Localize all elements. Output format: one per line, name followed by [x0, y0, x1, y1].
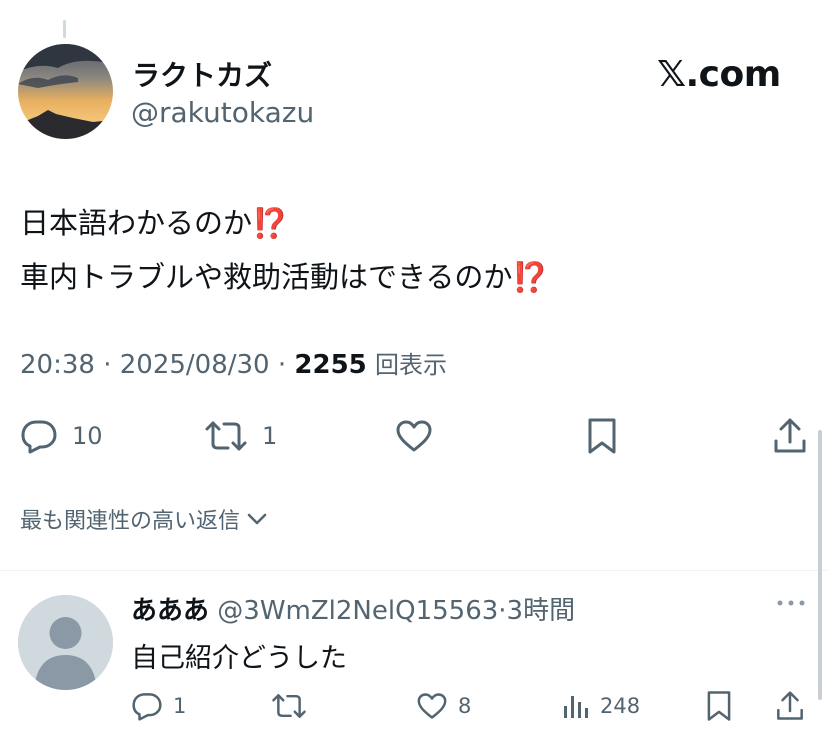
thread-connector — [63, 20, 66, 38]
views-count: 2255 — [294, 350, 367, 380]
tweet-text: 日本語わかるのか⁉️ 車内トラブルや救助活動はできるのか⁉️ — [20, 196, 549, 304]
scrollbar[interactable] — [818, 430, 822, 700]
reply-time[interactable]: 3時間 — [507, 596, 576, 626]
replies-sort-dropdown[interactable]: 最も関連性の高い返信 — [20, 503, 268, 535]
meta-separator: · — [277, 350, 287, 380]
reply-author-handle[interactable]: @3WmZl2NelQ15563 — [217, 596, 498, 626]
views-icon — [562, 692, 590, 720]
reply-views-button[interactable]: 248 — [562, 688, 640, 724]
author-handle[interactable]: @rakutokazu — [131, 96, 314, 129]
reply-header: あああ @3WmZl2NelQ15563·3時間 — [131, 590, 575, 627]
reply-text: 自己紹介どうした — [131, 643, 347, 674]
reply-icon — [131, 691, 163, 721]
meta-separator: · — [103, 350, 112, 380]
author-display-name[interactable]: ラクトカズ — [132, 54, 272, 94]
bookmark-icon — [705, 690, 733, 722]
author-avatar[interactable] — [18, 44, 113, 139]
tweet-text-line-2: 車内トラブルや救助活動はできるのか⁉️ — [20, 260, 549, 294]
share-icon — [775, 690, 805, 722]
replies-sort-label: 最も関連性の高い返信 — [20, 509, 241, 534]
reply-bookmark-button[interactable] — [705, 688, 733, 724]
tweet-text-line-1: 日本語わかるのか⁉️ — [20, 206, 289, 240]
reply-like-count: 8 — [458, 694, 472, 718]
retweet-count: 1 — [262, 422, 278, 450]
like-button[interactable] — [395, 416, 433, 456]
chevron-down-icon — [246, 511, 268, 527]
reply-count: 10 — [72, 422, 103, 450]
tweet-date[interactable]: 2025/08/30 — [120, 350, 270, 380]
retweet-button[interactable]: 1 — [204, 416, 277, 456]
brand-logo: 𝕏.com — [657, 54, 781, 95]
bookmark-icon — [586, 417, 618, 455]
reply-views-count: 248 — [600, 694, 641, 718]
reply-author-name[interactable]: あああ — [131, 596, 209, 626]
like-icon — [395, 419, 433, 453]
reply-avatar[interactable] — [18, 595, 113, 690]
reply-icon — [20, 418, 58, 454]
reply-retweet-button[interactable] — [271, 688, 307, 724]
reply-share-button[interactable] — [775, 688, 805, 724]
retweet-icon — [271, 691, 307, 721]
tweet-time[interactable]: 20:38 — [20, 350, 95, 380]
reply-reply-count: 1 — [173, 694, 187, 718]
reply-reply-button[interactable]: 1 — [131, 688, 186, 724]
more-icon — [776, 598, 806, 608]
bookmark-button[interactable] — [586, 416, 618, 456]
tweet-metadata: 20:38 · 2025/08/30 · 2255 回表示 — [20, 345, 447, 380]
reply-button[interactable]: 10 — [20, 416, 103, 456]
reply-like-button[interactable]: 8 — [416, 688, 471, 724]
retweet-icon — [204, 418, 248, 454]
reply-separator: · — [498, 596, 507, 626]
section-divider — [0, 570, 828, 571]
views-label: 回表示 — [375, 351, 448, 379]
more-button[interactable] — [776, 598, 806, 608]
like-icon — [416, 692, 448, 720]
share-button[interactable] — [772, 416, 808, 456]
share-icon — [772, 417, 808, 455]
